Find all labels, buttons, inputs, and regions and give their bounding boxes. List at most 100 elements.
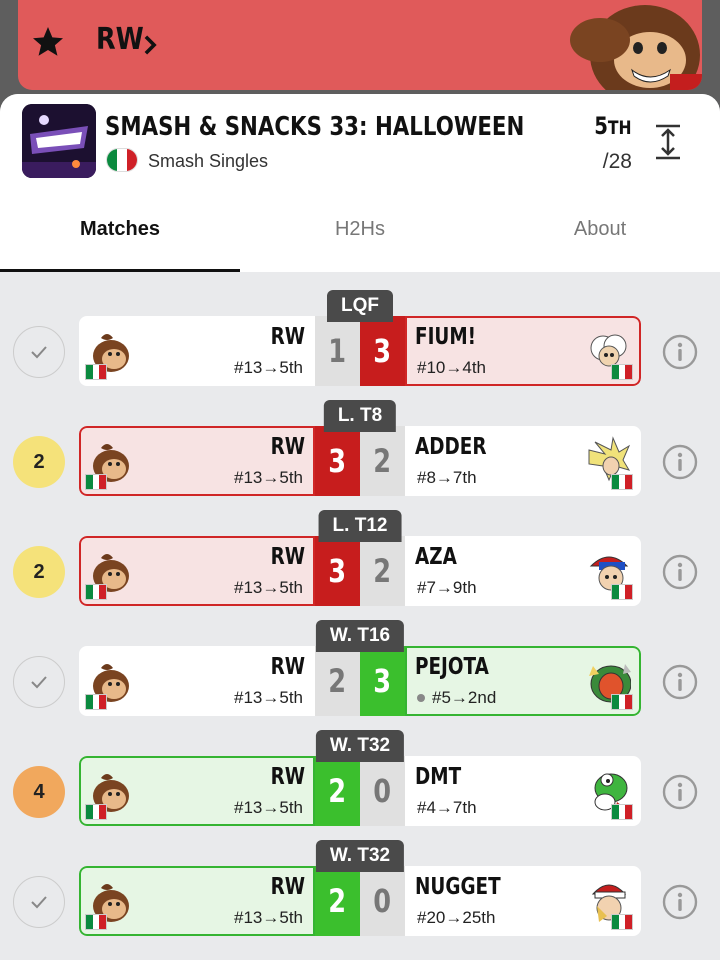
player2-score-value: 3 [373, 332, 392, 370]
player1-score: 2 [315, 866, 360, 936]
player1-score-value: 2 [328, 772, 347, 810]
player1-score: 3 [315, 536, 360, 606]
player2-score-value: 2 [373, 442, 392, 480]
player2-score: 0 [360, 756, 405, 826]
player2-score-value: 3 [373, 662, 392, 700]
match-card[interactable]: RW #13→5th 1 3 FIUM! #10→4th [79, 316, 641, 386]
tab-matches[interactable]: Matches [0, 204, 240, 272]
player2-panel[interactable]: DMT #4→7th [405, 756, 641, 826]
player2-score-value: 2 [373, 552, 392, 590]
player1-seed: #13→5th [234, 908, 303, 927]
mexico-flag-icon [611, 584, 633, 600]
placement: 5TH [595, 112, 632, 140]
match-row[interactable]: W. T32 4 RW #13→5th 2 0 DMT #4→7th [0, 730, 720, 840]
tab-h2hs[interactable]: H2Hs [240, 204, 480, 272]
placement-suffix: TH [608, 117, 632, 139]
info-icon[interactable] [662, 774, 698, 810]
player2-panel[interactable]: PEJOTA #5→2nd [405, 646, 641, 716]
player2-score: 3 [360, 316, 405, 386]
mexico-flag-icon [85, 584, 107, 600]
player2-score-value: 0 [373, 772, 392, 810]
mexico-flag-icon [611, 914, 633, 930]
player2-seed: #4→7th [417, 798, 477, 818]
player2-score: 2 [360, 536, 405, 606]
set-count-badge[interactable]: 2 [13, 436, 65, 488]
mexico-flag-icon [85, 364, 107, 380]
mexico-flag-icon [611, 694, 633, 710]
match-card[interactable]: RW #13→5th 3 2 ADDER #8→7th [79, 426, 641, 496]
player2-seed: #10→4th [417, 358, 486, 378]
player2-panel[interactable]: AZA #7→9th [405, 536, 641, 606]
player1-panel[interactable]: RW #13→5th [79, 866, 315, 936]
player1-panel[interactable]: RW #13→5th [79, 536, 315, 606]
player1-score-value: 2 [328, 882, 347, 920]
set-count-badge[interactable]: 2 [13, 546, 65, 598]
player1-name: RW [270, 544, 305, 570]
player1-panel[interactable]: RW #13→5th [79, 316, 315, 386]
player1-panel[interactable]: RW #13→5th [79, 646, 315, 716]
match-card[interactable]: RW #13→5th 3 2 AZA #7→9th [79, 536, 641, 606]
player2-seed: #7→9th [417, 578, 477, 598]
player1-seed: #13→5th [234, 358, 303, 377]
match-card[interactable]: RW #13→5th 2 3 PEJOTA #5→2nd [79, 646, 641, 716]
player1-score-value: 3 [328, 442, 347, 480]
player2-seed-text: #20→25th [417, 908, 496, 927]
mexico-flag-icon [106, 148, 138, 172]
player2-panel[interactable]: FIUM! #10→4th [405, 316, 641, 386]
player1-name: RW [270, 874, 305, 900]
round-label: LQF [327, 290, 393, 322]
player1-score-value: 2 [328, 662, 347, 700]
entrant-count: /28 [602, 150, 632, 173]
match-card[interactable]: RW #13→5th 2 0 DMT #4→7th [79, 756, 641, 826]
tab-about[interactable]: About [480, 204, 720, 272]
info-icon[interactable] [662, 334, 698, 370]
completed-check-icon[interactable] [13, 876, 65, 928]
player1-name: RW [270, 434, 305, 460]
match-row[interactable]: W. T32 RW #13→5th 2 0 NUGGET #20→25th [0, 840, 720, 950]
player2-seed-text: #8→7th [417, 468, 477, 487]
match-row[interactable]: LQF RW #13→5th 1 3 FIUM! #10→4th [0, 290, 720, 400]
player1-score: 2 [315, 756, 360, 826]
mexico-flag-icon [85, 804, 107, 820]
player2-name: FIUM! [415, 324, 477, 350]
player2-name: DMT [415, 764, 462, 790]
match-card[interactable]: RW #13→5th 2 0 NUGGET #20→25th [79, 866, 641, 936]
player1-seed: #13→5th [234, 798, 303, 817]
match-list: LQF RW #13→5th 1 3 FIUM! #10→4th L. T8 2… [0, 290, 720, 950]
round-label: L. T12 [318, 510, 402, 542]
player2-seed: #5→2nd [417, 688, 496, 708]
player1-score: 1 [315, 316, 360, 386]
tournament-sheet: SMASH & SNACKS 33: HALLOWEEN Smash Singl… [0, 94, 720, 960]
player2-panel[interactable]: ADDER #8→7th [405, 426, 641, 496]
player2-score: 3 [360, 646, 405, 716]
completed-check-icon[interactable] [13, 326, 65, 378]
info-icon[interactable] [662, 884, 698, 920]
info-icon[interactable] [662, 664, 698, 700]
info-icon[interactable] [662, 444, 698, 480]
player2-name: PEJOTA [415, 654, 489, 680]
match-row[interactable]: W. T16 RW #13→5th 2 3 PEJOTA #5→2nd [0, 620, 720, 730]
player2-seed: #8→7th [417, 468, 477, 488]
player1-name: RW [270, 764, 305, 790]
banner-player-name: RW [96, 22, 144, 57]
player1-score-value: 1 [328, 332, 347, 370]
completed-check-icon[interactable] [13, 656, 65, 708]
player1-panel[interactable]: RW #13→5th [79, 426, 315, 496]
player1-name: RW [270, 654, 305, 680]
match-row[interactable]: L. T8 2 RW #13→5th 3 2 ADDER #8→7th [0, 400, 720, 510]
player1-panel[interactable]: RW #13→5th [79, 756, 315, 826]
chevron-right-icon [144, 35, 157, 55]
info-icon[interactable] [662, 554, 698, 590]
mexico-flag-icon [85, 694, 107, 710]
player2-panel[interactable]: NUGGET #20→25th [405, 866, 641, 936]
event-name: Smash Singles [148, 151, 269, 171]
expand-vertical-icon[interactable] [654, 124, 682, 160]
player-banner[interactable]: RW [18, 0, 702, 90]
set-count-badge[interactable]: 4 [13, 766, 65, 818]
player2-score-value: 0 [373, 882, 392, 920]
smash-snacks-logo-icon [22, 104, 96, 178]
tournament-header: SMASH & SNACKS 33: HALLOWEEN Smash Singl… [0, 94, 720, 272]
match-row[interactable]: L. T12 2 RW #13→5th 3 2 AZA #7→9th [0, 510, 720, 620]
player1-seed: #13→5th [234, 688, 303, 707]
tournament-title[interactable]: SMASH & SNACKS 33: HALLOWEEN [105, 112, 524, 142]
